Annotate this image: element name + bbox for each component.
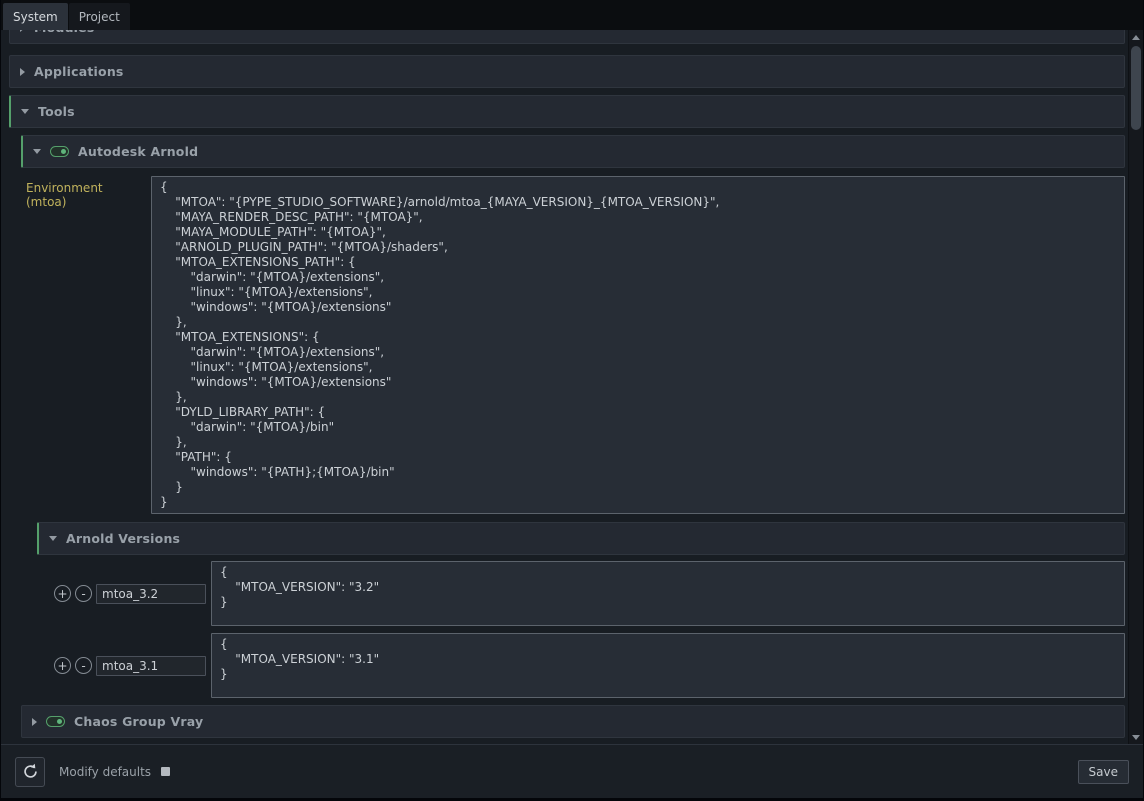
- tab-project[interactable]: Project: [69, 3, 130, 30]
- vertical-scrollbar[interactable]: [1128, 30, 1143, 744]
- save-button[interactable]: Save: [1078, 760, 1129, 784]
- toggle-knob: [57, 719, 62, 724]
- version-json-editor[interactable]: { "MTOA_VERSION": "3.2" }: [211, 561, 1125, 626]
- add-version-button[interactable]: +: [54, 585, 71, 602]
- modify-defaults-checkbox[interactable]: [161, 767, 170, 776]
- arnold-versions-title: Arnold Versions: [66, 531, 180, 546]
- environment-json-editor[interactable]: { "MTOA": "{PYPE_STUDIO_SOFTWARE}/arnold…: [151, 176, 1125, 514]
- version-row: + - { "MTOA_VERSION": "3.1" }: [37, 633, 1125, 698]
- version-row: + - { "MTOA_VERSION": "3.2" }: [37, 561, 1125, 626]
- vray-enabled-toggle-icon[interactable]: [46, 716, 65, 727]
- modify-defaults-label: Modify defaults: [59, 765, 151, 779]
- environment-label: Environment (mtoa): [21, 176, 151, 209]
- settings-window: System Project Modules Applications Tool…: [0, 0, 1144, 801]
- section-header-modules[interactable]: Modules: [9, 30, 1125, 44]
- scrollbar-track[interactable]: [1129, 44, 1143, 730]
- section-header-arnold-versions[interactable]: Arnold Versions: [37, 522, 1125, 555]
- arnold-enabled-toggle-icon[interactable]: [50, 146, 69, 157]
- tools-content: Autodesk Arnold Environment (mtoa) { "MT…: [9, 135, 1125, 738]
- collapse-arrow-icon: [20, 68, 25, 76]
- expand-arrow-icon: [49, 536, 57, 541]
- version-row-controls: + -: [37, 584, 211, 604]
- tab-bar: System Project: [1, 0, 1143, 30]
- arnold-title: Autodesk Arnold: [78, 144, 198, 159]
- collapse-arrow-icon: [32, 718, 37, 726]
- add-version-button[interactable]: +: [54, 657, 71, 674]
- section-applications-title: Applications: [34, 64, 124, 79]
- settings-scroll-area: Modules Applications Tools Autodesk Arno…: [1, 30, 1128, 744]
- expand-arrow-icon: [21, 109, 29, 114]
- remove-version-button[interactable]: -: [75, 585, 92, 602]
- expand-arrow-icon: [33, 149, 41, 154]
- section-header-arnold[interactable]: Autodesk Arnold: [21, 135, 1125, 168]
- section-header-applications[interactable]: Applications: [9, 55, 1125, 88]
- section-modules-title: Modules: [34, 30, 94, 35]
- arnold-versions-section: Arnold Versions + - { "MTOA_VERSION": "3…: [37, 522, 1125, 698]
- section-header-vray[interactable]: Chaos Group Vray: [21, 705, 1125, 738]
- scroll-up-arrow-icon: [1132, 35, 1140, 40]
- scrollbar-thumb[interactable]: [1131, 46, 1141, 130]
- refresh-button[interactable]: [15, 757, 45, 787]
- footer-bar: Modify defaults Save: [1, 744, 1143, 798]
- vray-title: Chaos Group Vray: [74, 714, 203, 729]
- tab-system[interactable]: System: [3, 3, 68, 30]
- collapse-arrow-icon: [20, 30, 25, 32]
- scroll-down-button[interactable]: [1129, 730, 1143, 744]
- refresh-icon: [22, 763, 39, 780]
- section-header-tools[interactable]: Tools: [9, 95, 1125, 128]
- scroll-down-arrow-icon: [1132, 735, 1140, 740]
- environment-row: Environment (mtoa) { "MTOA": "{PYPE_STUD…: [21, 176, 1125, 514]
- version-key-input[interactable]: [96, 584, 206, 604]
- section-tools-title: Tools: [38, 104, 75, 119]
- remove-version-button[interactable]: -: [75, 657, 92, 674]
- version-json-editor[interactable]: { "MTOA_VERSION": "3.1" }: [211, 633, 1125, 698]
- version-row-controls: + -: [37, 656, 211, 676]
- tab-project-label: Project: [79, 10, 120, 24]
- toggle-knob: [61, 149, 66, 154]
- scroll-up-button[interactable]: [1129, 30, 1143, 44]
- tab-system-label: System: [13, 10, 58, 24]
- version-key-input[interactable]: [96, 656, 206, 676]
